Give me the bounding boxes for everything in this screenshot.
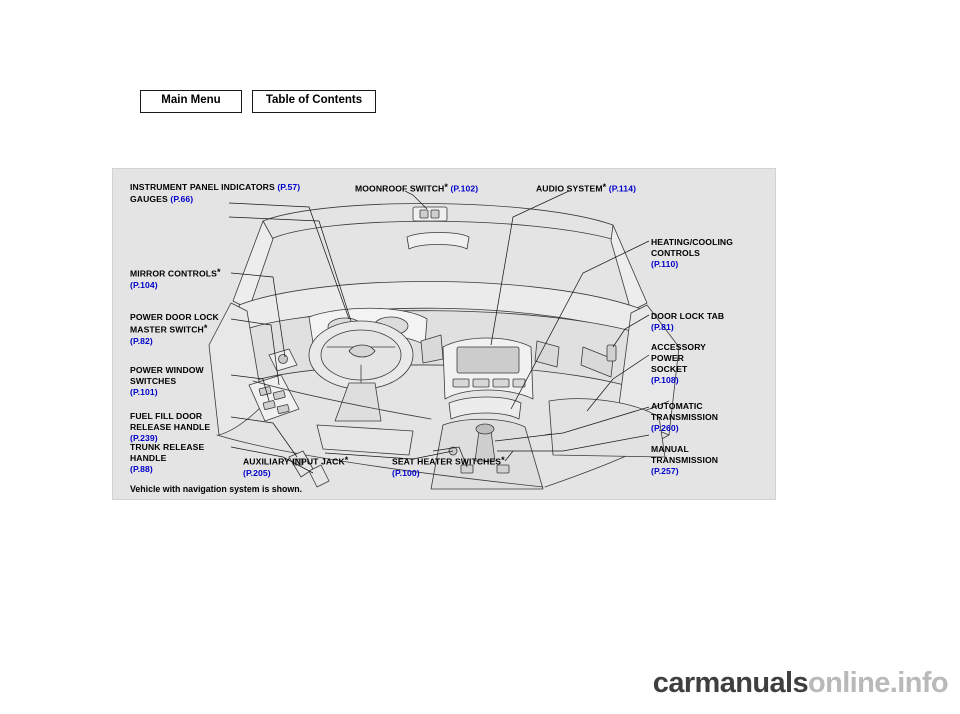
asterisk-marker: *	[501, 455, 505, 465]
callout-gauges: GAUGES (P.66)	[130, 194, 193, 205]
callout-automatic-transmission: AUTOMATIC TRANSMISSION (P.260)	[651, 401, 718, 434]
callout-label-line2: HANDLE	[130, 453, 167, 463]
callout-label-line2: POWER	[651, 353, 684, 363]
manual-page: Main Menu Table of Contents INSTRUMENT P…	[0, 0, 960, 714]
callout-label: INSTRUMENT PANEL INDICATORS	[130, 182, 275, 192]
callout-label-line1: POWER WINDOW	[130, 365, 204, 375]
callout-auxiliary-input-jack: AUXILIARY INPUT JACK* (P.205)	[243, 455, 348, 479]
callout-label-line2: CONTROLS	[651, 248, 701, 258]
page-ref[interactable]: (P.66)	[170, 194, 193, 204]
asterisk-marker: *	[203, 323, 208, 333]
callout-label: MIRROR CONTROLS	[130, 268, 217, 279]
page-ref[interactable]: (P.88)	[130, 464, 204, 475]
callout-trunk-release-handle: TRUNK RELEASE HANDLE (P.88)	[130, 442, 204, 475]
main-menu-button[interactable]: Main Menu	[140, 90, 242, 113]
callout-heating-cooling-controls: HEATING/COOLING CONTROLS (P.110)	[651, 237, 733, 270]
page-ref[interactable]: (P.100)	[392, 468, 505, 479]
page-ref[interactable]: (P.102)	[450, 184, 478, 194]
navigation-bar: Main Menu Table of Contents	[140, 90, 376, 113]
page-ref[interactable]: (P.260)	[651, 423, 718, 434]
callout-label-line1: HEATING/COOLING	[651, 237, 734, 247]
page-ref[interactable]: (P.257)	[651, 466, 718, 477]
site-watermark: carmanualsonline.info	[652, 667, 949, 700]
callout-seat-heater-switches: SEAT HEATER SWITCHES* (P.100)	[392, 455, 505, 479]
callout-label-line2: TRANSMISSION	[651, 455, 719, 465]
asterisk-marker: *	[444, 182, 448, 192]
callout-label-line2: RELEASE HANDLE	[130, 422, 211, 432]
callout-label: AUDIO SYSTEM	[536, 183, 603, 194]
page-ref[interactable]: (P.82)	[130, 336, 219, 347]
page-ref[interactable]: (P.101)	[130, 387, 204, 398]
page-ref[interactable]: (P.114)	[609, 184, 636, 194]
asterisk-marker: *	[216, 267, 221, 277]
asterisk-marker: *	[602, 182, 607, 192]
instrument-panel-diagram: INSTRUMENT PANEL INDICATORS (P.57) GAUGE…	[112, 168, 776, 500]
callout-label: GAUGES	[130, 194, 168, 204]
callout-label-line2: MASTER SWITCH	[130, 324, 204, 335]
callout-label-line1: ACCESSORY	[651, 342, 707, 352]
asterisk-marker: *	[344, 455, 349, 465]
diagram-caption: Vehicle with navigation system is shown.	[130, 484, 303, 494]
callout-label-line2: TRANSMISSION	[651, 412, 719, 422]
callout-power-door-lock-master-switch: POWER DOOR LOCK MASTER SWITCH* (P.82)	[130, 312, 219, 347]
page-ref[interactable]: (P.108)	[651, 375, 706, 386]
callout-label: AUXILIARY INPUT JACK	[243, 456, 345, 467]
callout-label-line1: AUTOMATIC	[651, 401, 703, 411]
callout-label-line2: SWITCHES	[130, 376, 177, 386]
watermark-secondary: online.info	[808, 667, 949, 699]
callout-door-lock-tab: DOOR LOCK TAB (P.81)	[651, 311, 724, 333]
callout-label-line3: SOCKET	[651, 364, 688, 374]
callout-manual-transmission: MANUAL TRANSMISSION (P.257)	[651, 444, 718, 477]
callout-audio-system: AUDIO SYSTEM* (P.114)	[536, 182, 636, 195]
callout-label-line1: TRUNK RELEASE	[130, 442, 205, 452]
callout-accessory-power-socket: ACCESSORY POWER SOCKET (P.108)	[651, 342, 706, 386]
watermark-primary: carmanuals	[652, 667, 809, 699]
callout-label-line1: MANUAL	[651, 444, 689, 454]
callout-label-line1: FUEL FILL DOOR	[130, 411, 203, 421]
page-ref[interactable]: (P.110)	[651, 259, 733, 270]
callout-instrument-panel-indicators: INSTRUMENT PANEL INDICATORS (P.57)	[130, 182, 300, 193]
callout-power-window-switches: POWER WINDOW SWITCHES (P.101)	[130, 365, 204, 398]
callout-moonroof-switch: MOONROOF SWITCH* (P.102)	[355, 182, 478, 195]
table-of-contents-button[interactable]: Table of Contents	[252, 90, 376, 113]
page-ref[interactable]: (P.205)	[243, 468, 348, 479]
callout-fuel-fill-door-release-handle: FUEL FILL DOOR RELEASE HANDLE (P.239)	[130, 411, 210, 444]
callout-label: DOOR LOCK TAB	[651, 311, 725, 321]
page-ref[interactable]: (P.81)	[651, 322, 724, 333]
callout-label: SEAT HEATER SWITCHES	[392, 456, 502, 467]
callout-label-line1: POWER DOOR LOCK	[130, 312, 219, 322]
page-ref[interactable]: (P.57)	[277, 182, 300, 192]
page-ref[interactable]: (P.104)	[130, 280, 221, 291]
callout-mirror-controls: MIRROR CONTROLS* (P.104)	[130, 267, 221, 291]
callout-label: MOONROOF SWITCH	[355, 183, 445, 194]
